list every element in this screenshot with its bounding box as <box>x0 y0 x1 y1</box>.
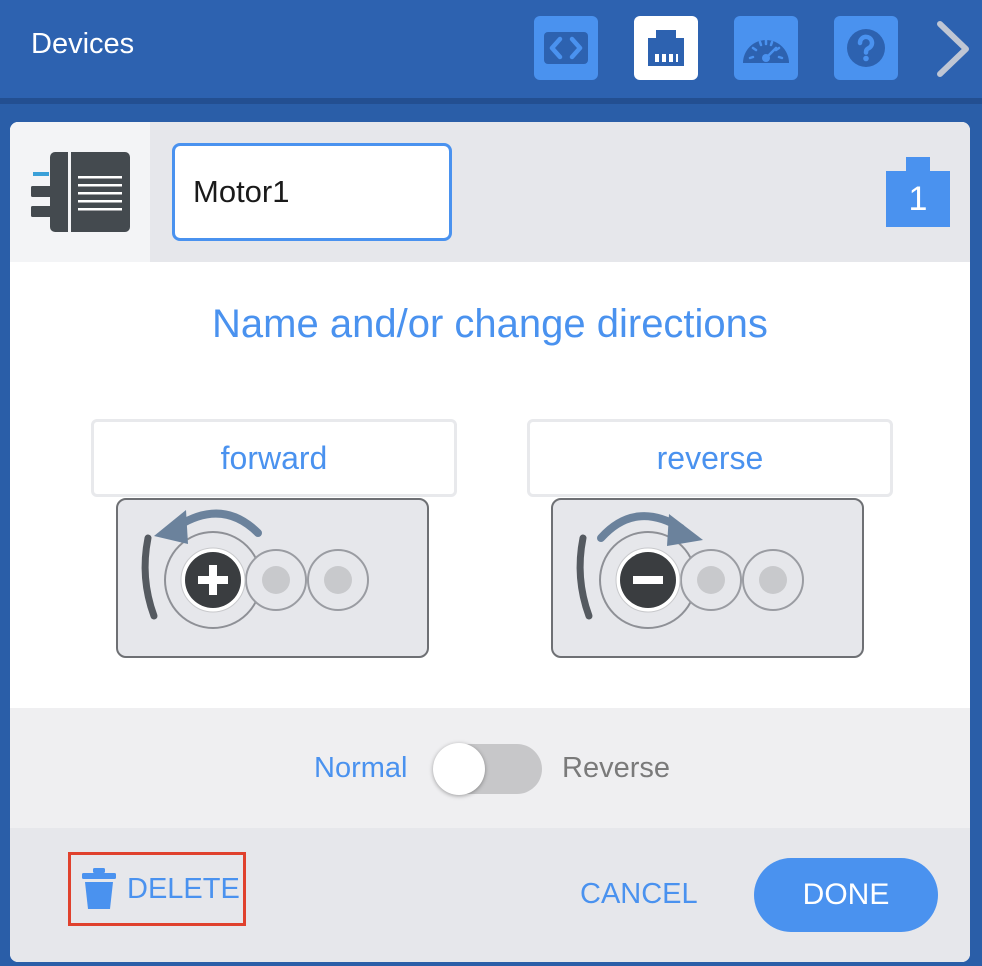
forward-rotation-icon <box>141 509 369 629</box>
reverse-rotation-icon <box>576 512 804 629</box>
code-icon <box>544 32 588 64</box>
toggle-knob[interactable] <box>433 743 485 795</box>
help-button[interactable] <box>834 16 898 80</box>
code-button[interactable] <box>534 16 598 80</box>
topbar-divider <box>0 98 982 104</box>
top-bar: Devices <box>0 0 982 98</box>
trash-icon <box>82 868 116 909</box>
dashboard-gauge-icon <box>743 38 789 63</box>
direction-toggle-switch[interactable] <box>433 743 542 795</box>
device-icon-cell <box>10 122 150 262</box>
dialog-heading: Name and/or change directions <box>212 302 768 346</box>
port-badge: 1 <box>886 157 950 227</box>
devices-button[interactable] <box>634 16 698 80</box>
help-icon <box>847 29 885 67</box>
motor-config-dialog: 1 Name and/or change directions forward … <box>10 122 970 962</box>
direction-toggle-row: Normal Reverse <box>10 708 970 828</box>
reverse-motor-diagram <box>551 498 864 658</box>
ethernet-port-icon <box>648 30 684 66</box>
forward-label-field[interactable]: forward <box>91 419 457 497</box>
port-number: 1 <box>908 179 928 218</box>
reverse-label: Reverse <box>562 752 670 784</box>
forward-motor-diagram <box>116 498 429 658</box>
done-button[interactable]: DONE <box>754 858 938 932</box>
normal-label: Normal <box>314 752 408 784</box>
motor-device-icon <box>31 152 130 232</box>
delete-label: DELETE <box>127 872 240 905</box>
delete-button[interactable]: DELETE <box>68 852 246 926</box>
device-name-input[interactable] <box>172 143 452 241</box>
page-title: Devices <box>31 28 135 60</box>
dashboard-button[interactable] <box>734 16 798 80</box>
cancel-button[interactable]: CANCEL <box>580 878 698 911</box>
dialog-header: 1 <box>10 122 970 262</box>
dialog-footer: DELETE CANCEL DONE <box>10 828 970 962</box>
next-button[interactable] <box>928 18 978 80</box>
reverse-label-field[interactable]: reverse <box>527 419 893 497</box>
chevron-right-icon <box>937 21 969 77</box>
